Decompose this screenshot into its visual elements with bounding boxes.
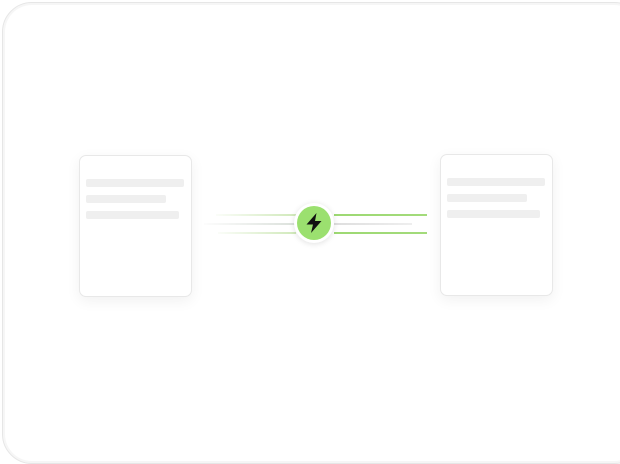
skeleton-line xyxy=(86,211,179,219)
sync-hub xyxy=(294,203,334,243)
source-document-card xyxy=(79,155,192,297)
skeleton-line xyxy=(447,210,540,218)
connector-line xyxy=(334,214,427,216)
target-document-card xyxy=(440,154,553,296)
connector-line xyxy=(204,223,296,225)
skeleton-line xyxy=(86,195,166,203)
connector-line xyxy=(218,232,296,234)
skeleton-line xyxy=(86,179,184,187)
skeleton-line xyxy=(447,178,545,186)
hub-badge xyxy=(297,206,331,240)
connector-line xyxy=(334,223,412,225)
lightning-bolt-icon xyxy=(306,213,322,233)
connector-line xyxy=(334,232,427,234)
skeleton-line xyxy=(447,194,527,202)
connector-line xyxy=(216,214,296,216)
